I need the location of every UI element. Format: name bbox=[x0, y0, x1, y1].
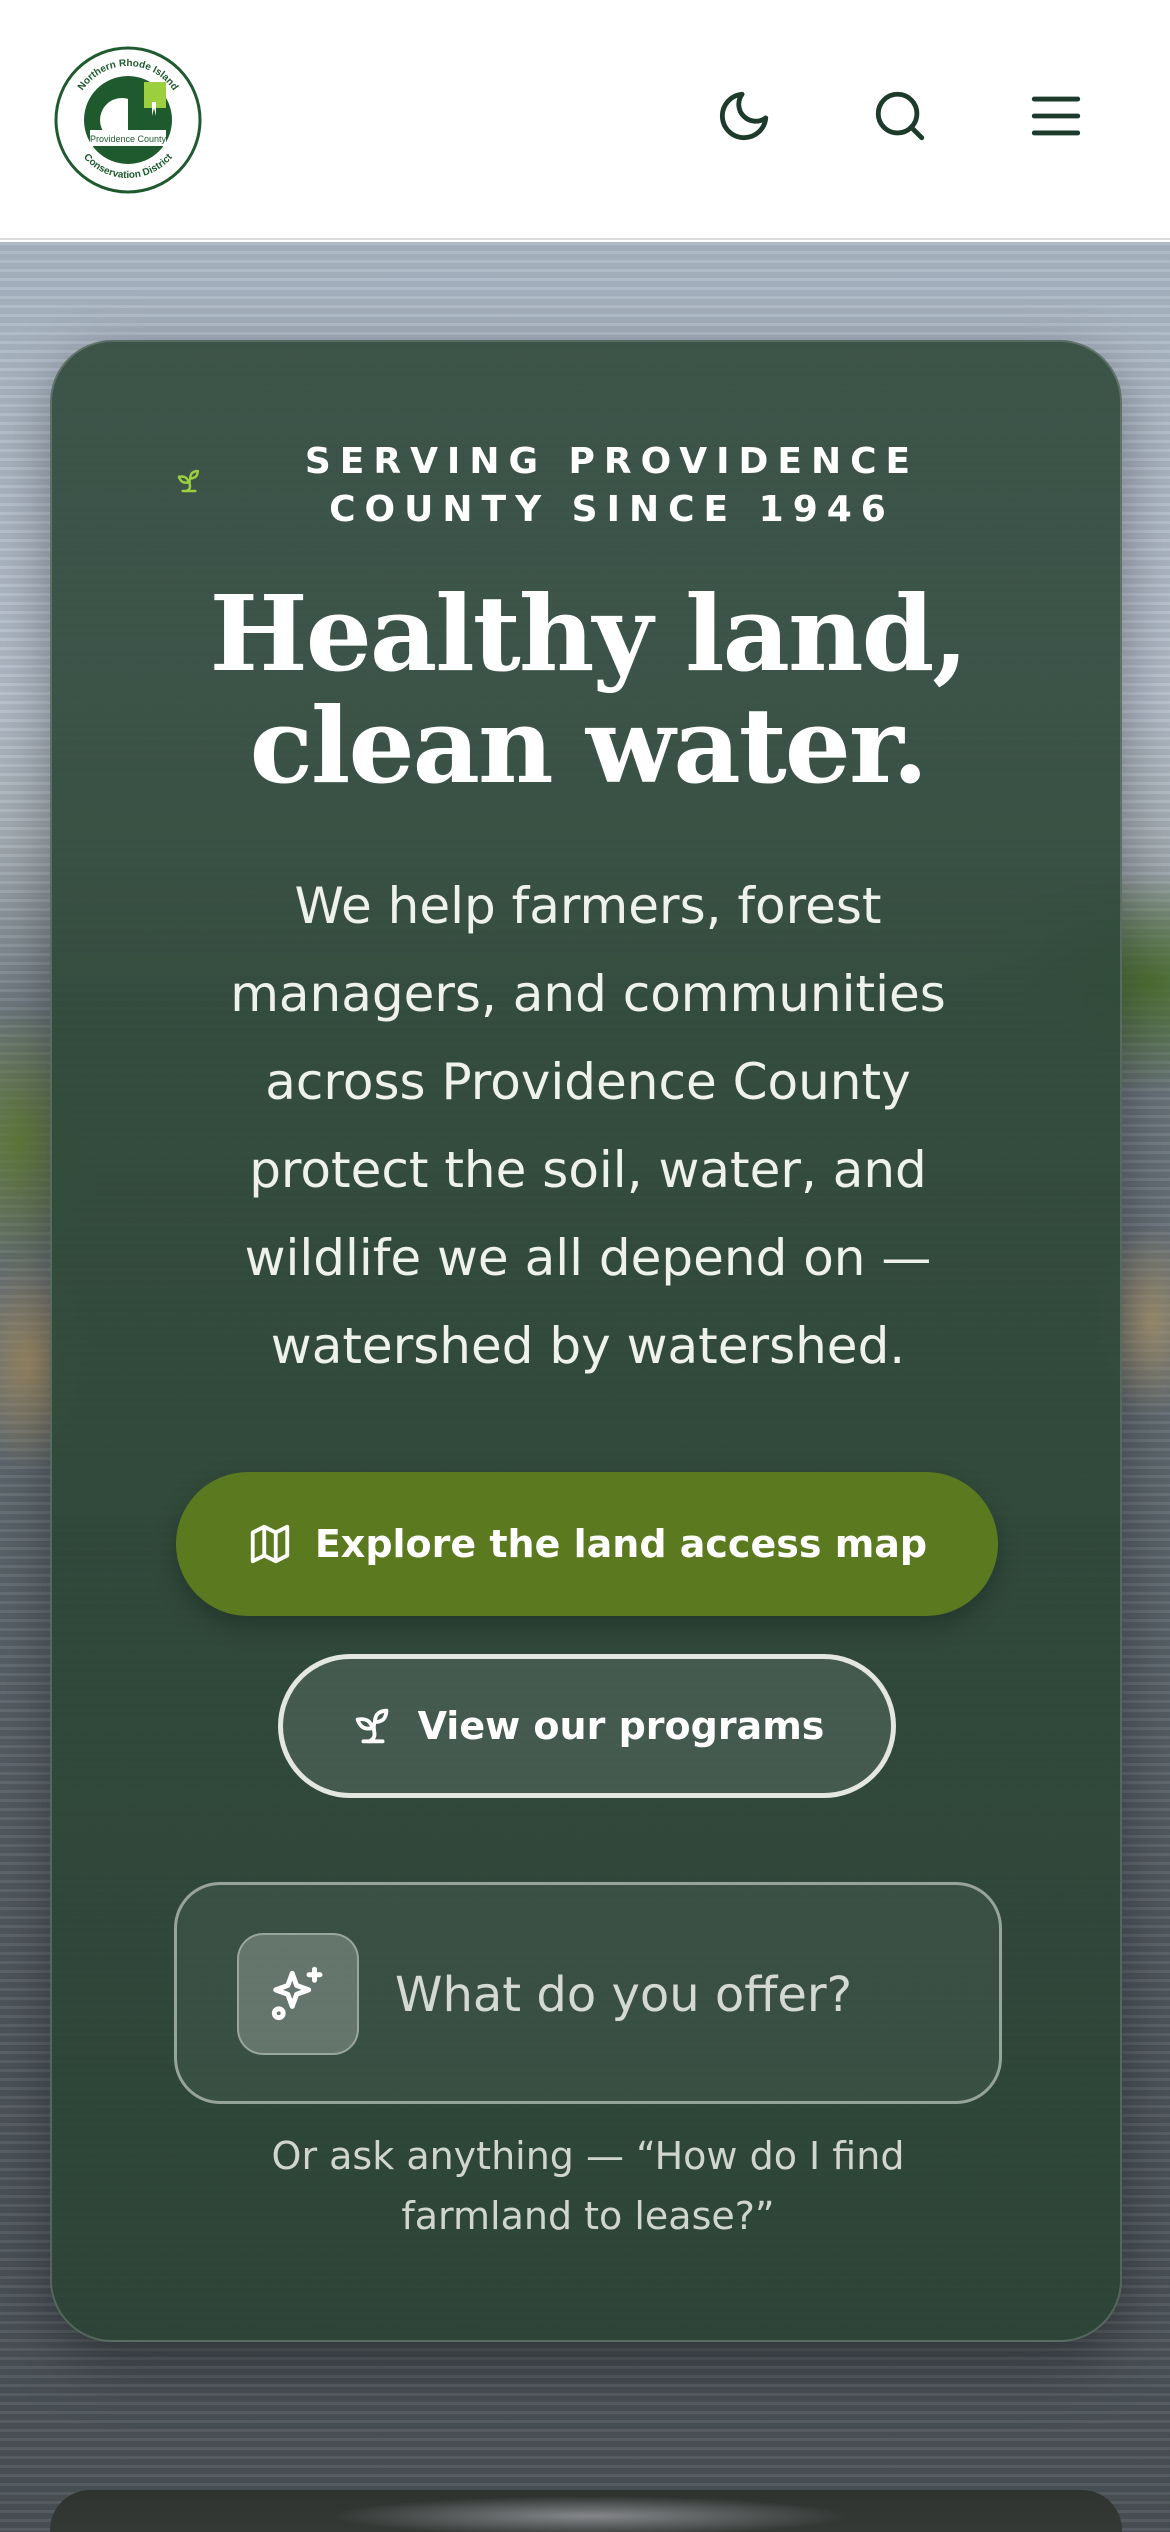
headline-line-1: Healthy land, bbox=[209, 572, 968, 695]
site-logo[interactable]: Providence County Northern Rhode Island … bbox=[52, 44, 204, 196]
ask-placeholder-text: What do you offer? bbox=[395, 1967, 853, 2023]
view-programs-label: View our programs bbox=[417, 1704, 825, 1748]
ask-assistant-input[interactable]: What do you offer? bbox=[174, 1882, 1002, 2104]
hero-card: SERVING PROVIDENCE COUNTY SINCE 1946 Hea… bbox=[50, 340, 1122, 2342]
hero-headline: Healthy land, clean water. bbox=[112, 578, 1064, 802]
site-header: Providence County Northern Rhode Island … bbox=[0, 0, 1170, 240]
conservation-district-logo-icon: Providence County Northern Rhode Island … bbox=[54, 46, 202, 194]
hero-eyebrow: SERVING PROVIDENCE COUNTY SINCE 1946 bbox=[304, 441, 920, 530]
menu-button[interactable] bbox=[1020, 80, 1092, 152]
sparkles-icon bbox=[271, 1966, 323, 2021]
sprout-icon bbox=[177, 469, 199, 493]
headline-line-2: clean water. bbox=[249, 684, 929, 807]
next-section-photo bbox=[330, 2496, 850, 2532]
ask-hint-text: Or ask anything — “How do I find farmlan… bbox=[271, 2134, 905, 2238]
theme-toggle-button[interactable] bbox=[708, 80, 780, 152]
ask-icon-badge bbox=[237, 1933, 359, 2055]
moon-icon bbox=[720, 91, 769, 140]
search-icon bbox=[875, 91, 925, 141]
next-section-card bbox=[50, 2490, 1122, 2532]
explore-map-label: Explore the land access map bbox=[314, 1522, 928, 1566]
view-programs-button[interactable]: View our programs bbox=[278, 1654, 896, 1798]
map-icon bbox=[250, 1524, 290, 1564]
svg-text:Providence County: Providence County bbox=[90, 134, 167, 144]
explore-land-access-map-button[interactable]: Explore the land access map bbox=[176, 1472, 998, 1616]
sprout-icon bbox=[355, 1708, 388, 1744]
search-button[interactable] bbox=[864, 80, 936, 152]
menu-icon bbox=[1031, 96, 1081, 136]
hero-intro-text: We help farmers, forest managers, and co… bbox=[230, 877, 946, 1375]
